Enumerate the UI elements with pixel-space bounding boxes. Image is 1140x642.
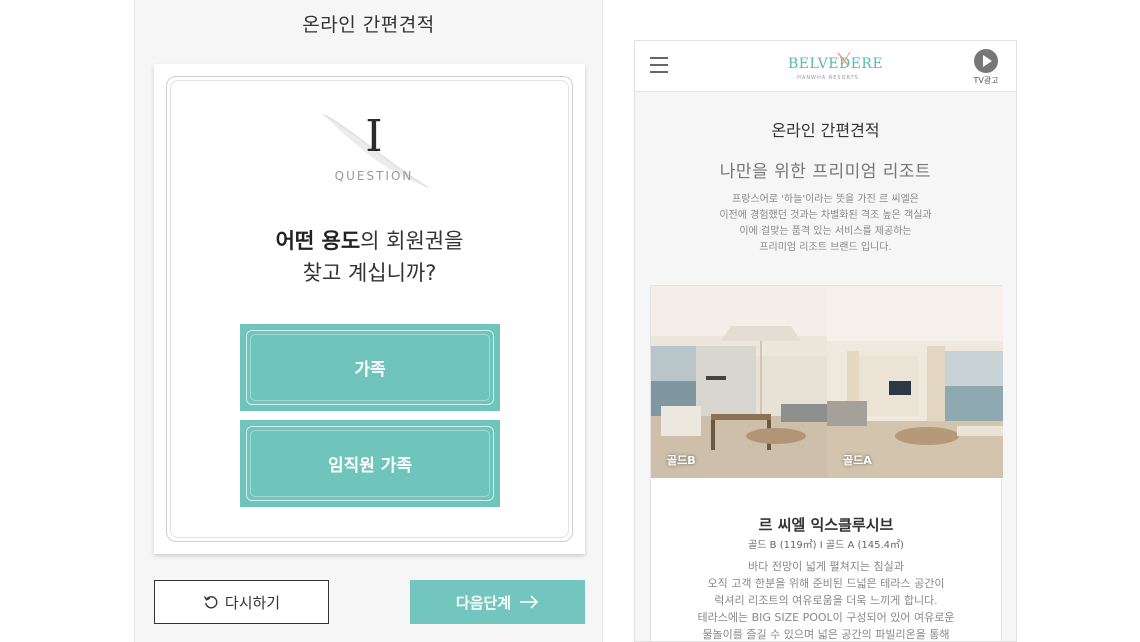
logo-subtext: HANWHA RESORTS [797,75,859,81]
question-card: I QUESTION 어떤 용도의 회원권을 찾고 계십니까? 가족 임직원 가… [154,64,585,554]
question-bold: 어떤 용도 [275,229,361,253]
desc-line: 오직 고객 한분을 위해 준비된 드넓은 테라스 공간이 [707,577,945,590]
question-label: QUESTION [334,169,414,183]
next-label: 다음단계 [455,593,512,612]
option-family-button[interactable]: 가족 [240,324,500,411]
play-icon [974,49,998,73]
next-step-button[interactable]: 다음단계 [410,580,585,624]
room-image-gold-b: 골드B [651,286,827,478]
panel-title: 온라인 간편견적 [302,14,435,36]
estimate-panel: 온라인 간편견적 I QUESTION 어떤 용도의 회원권을 찾고 계십니까?… [134,0,603,642]
mobile-title: 온라인 간편견적 [771,121,880,140]
question-emblem: I QUESTION [314,109,434,194]
tv-ad-label: TV광고 [973,76,999,85]
option-label: 가족 [354,360,386,380]
room-title: 르 씨엘 익스클루시브 [758,516,894,534]
desc-line: 바다 전망이 넓게 펼쳐지는 침실과 [748,560,904,573]
desc-line: 테라스에는 BIG SIZE POOL이 구성되어 있어 여유로운 [697,611,955,624]
intro-line: 이전에 경험했던 것과는 차별화된 격조 높은 객실과 [719,210,932,221]
question-number: I [365,111,383,162]
mobile-subtitle: 나만을 위한 프리미엄 리조트 [719,162,932,182]
mobile-header: BELVEDERE HANWHA RESORTS TV광고 [635,41,1016,92]
option-employee-family-button[interactable]: 임직원 가족 [240,420,500,507]
room-label: 골드B [667,454,696,467]
question-text: 어떤 용도의 회원권을 찾고 계십니까? [154,225,585,289]
desc-line: 럭셔리 리조트의 여유로움을 더욱 느끼게 합니다. [714,594,938,607]
room-card: 골드B 골드A 르 씨엘 익스클루시브 골드 B (119㎡) I 골드 A (… [650,285,1003,641]
refresh-icon [203,596,218,609]
room-sizes: 골드 B (119㎡) I 골드 A (145.4㎡) [748,540,904,551]
intro-text: 프랑스어로 '하늘'이라는 뜻을 가진 르 씨엘은 이전에 경험했던 것과는 차… [635,192,1016,256]
menu-icon[interactable] [650,57,668,73]
intro-line: 프랑스어로 '하늘'이라는 뜻을 가진 르 씨엘은 [732,194,919,205]
room-b-illustration [651,286,827,478]
mobile-preview: BELVEDERE HANWHA RESORTS TV광고 온라인 간편견적 나… [634,40,1017,642]
intro-line: 프리미엄 리조트 브랜드 입니다. [759,242,892,253]
belvedere-logo[interactable]: BELVEDERE HANWHA RESORTS [788,47,884,87]
desc-line: 물놀이를 즐길 수 있으며 넓은 공간의 파빌리온을 통해 [702,628,950,641]
reset-button[interactable]: 다시하기 [154,580,329,624]
room-label: 골드A [843,454,872,467]
question-rest: 의 회원권을 [360,229,464,253]
arrow-right-icon [520,595,539,609]
tv-ad-button[interactable]: TV광고 [972,49,1000,87]
question-line2: 찾고 계십니까? [302,261,437,285]
option-label: 임직원 가족 [327,456,413,476]
room-description: 바다 전망이 넓게 펼쳐지는 침실과 오직 고객 한분을 위해 준비된 드넓은 … [651,558,1001,641]
intro-line: 이에 걸맞는 품격 있는 서비스를 제공하는 [739,226,912,237]
room-image-gold-a: 골드A [827,286,1003,478]
logo-text: BELVEDERE [788,56,884,72]
logo-ribbon-icon [837,51,851,66]
room-a-illustration [827,286,1003,478]
reset-label: 다시하기 [224,593,281,612]
